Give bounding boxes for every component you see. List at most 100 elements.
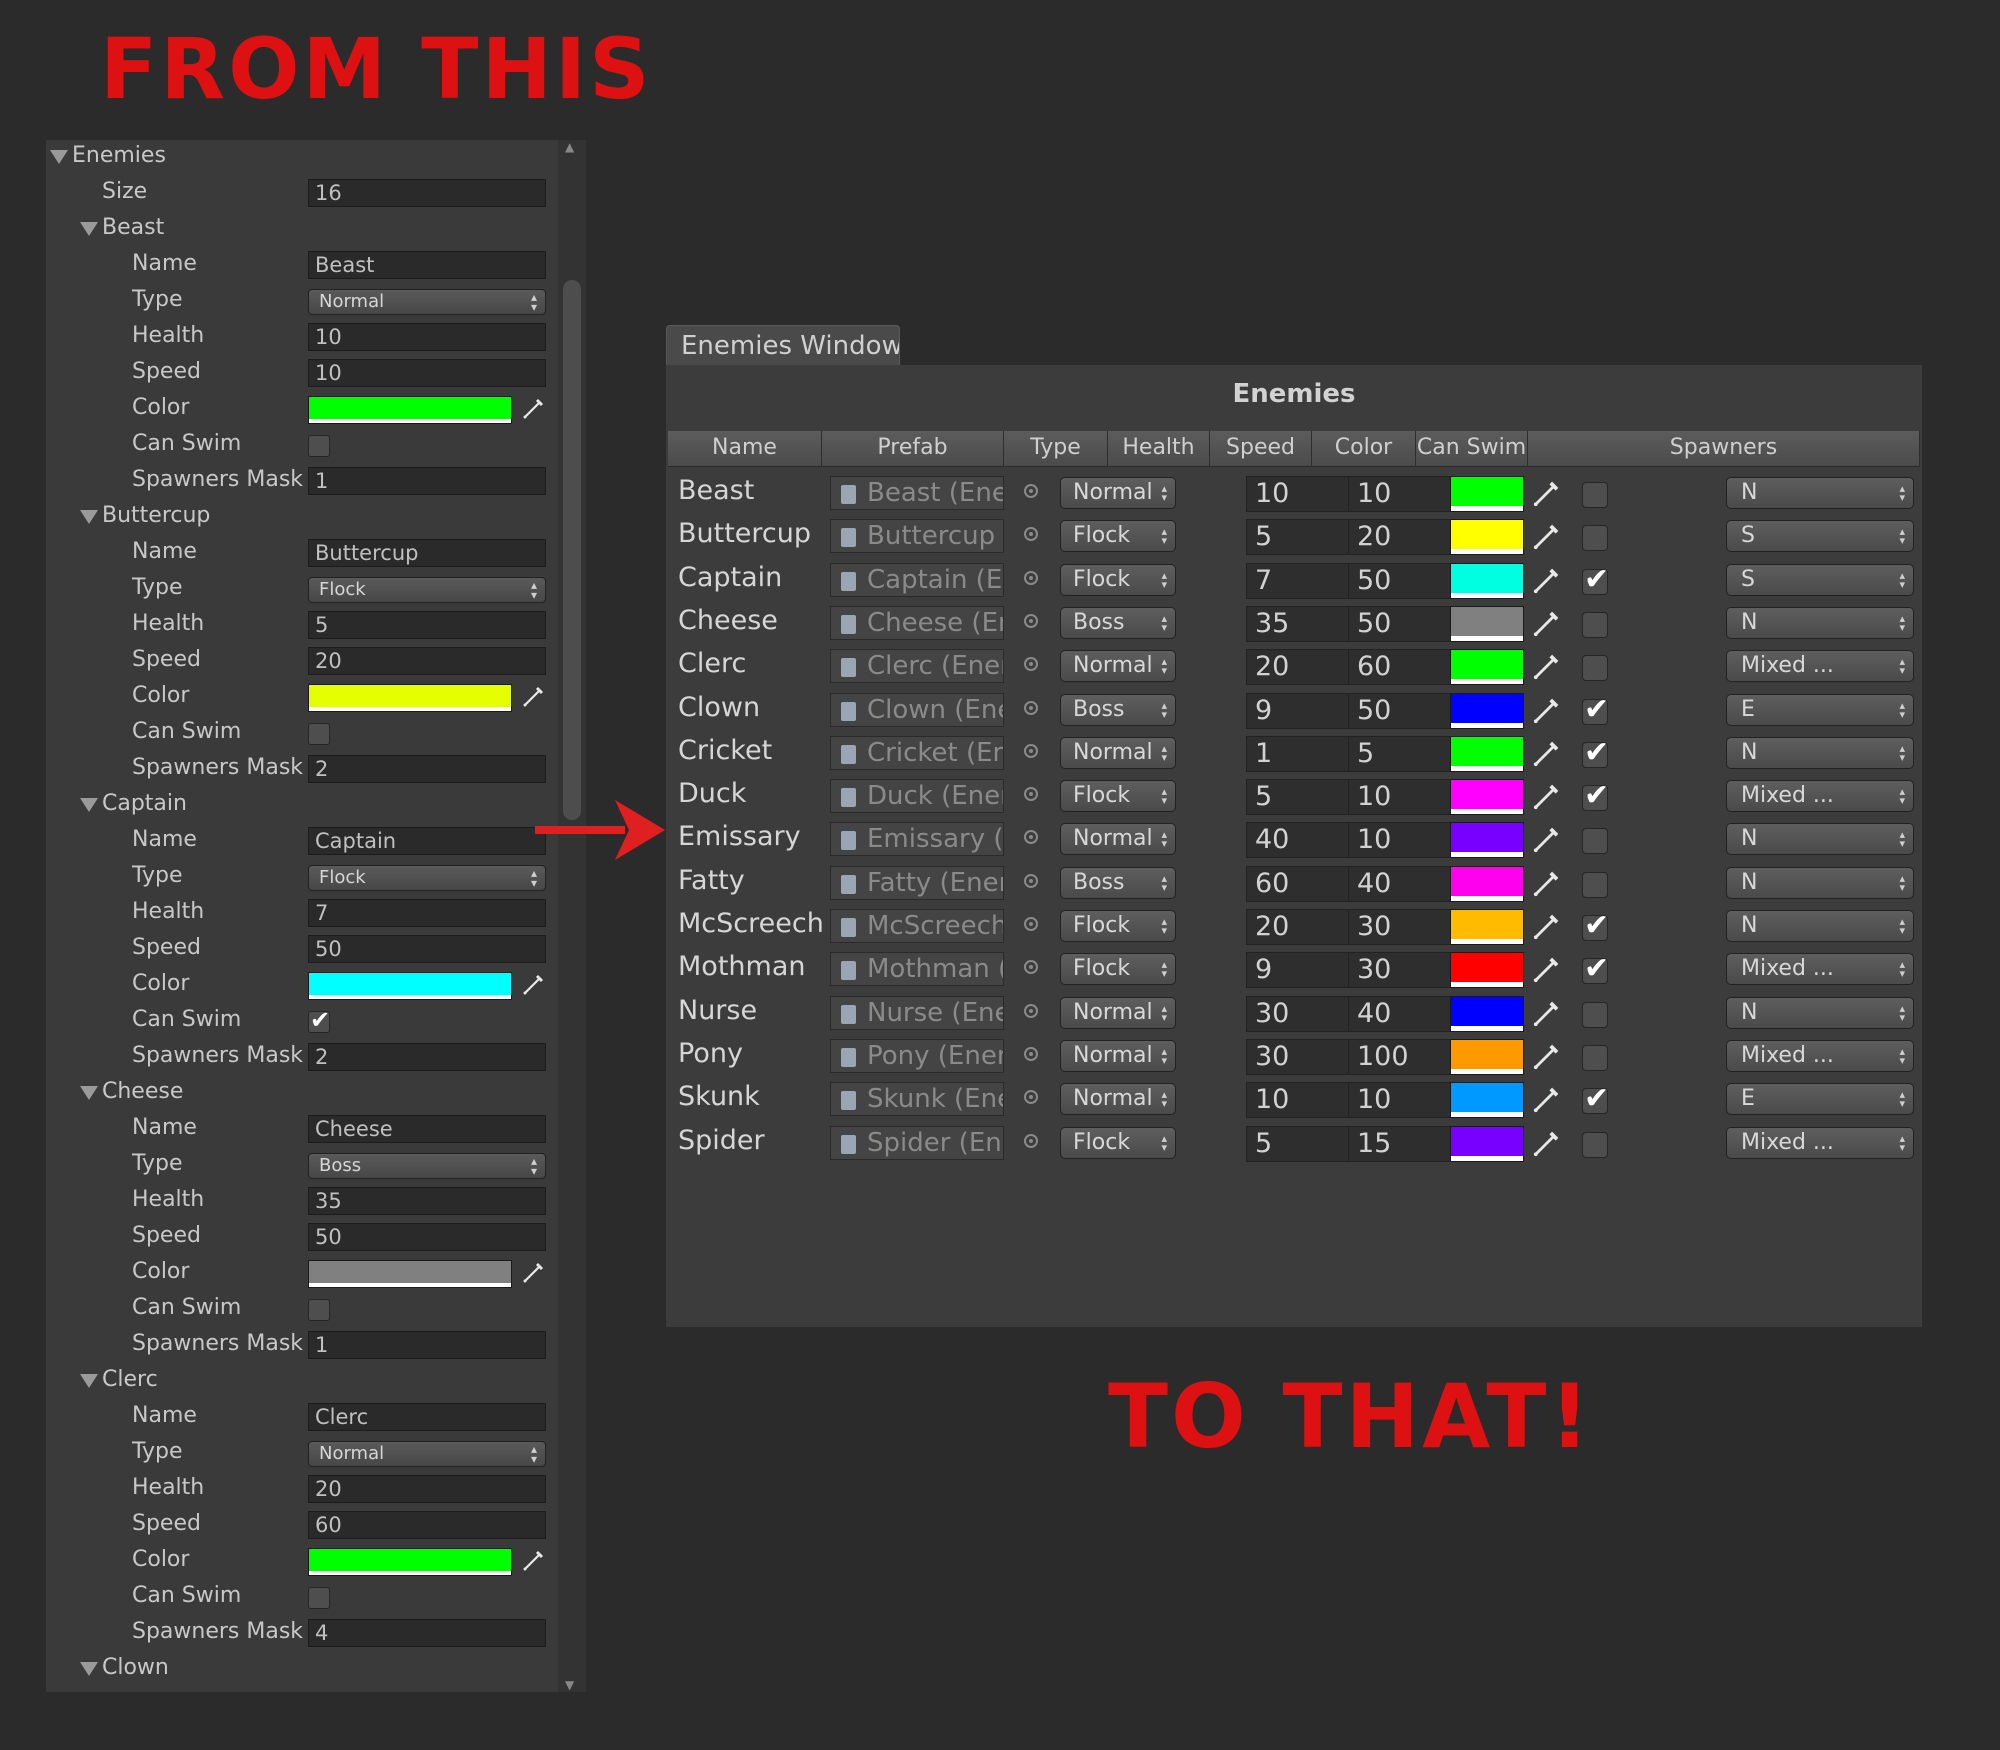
can-swim-checkbox[interactable] (1582, 1044, 1608, 1071)
eyedropper-icon[interactable] (522, 972, 546, 998)
object-picker-icon[interactable] (1024, 1046, 1038, 1061)
name-field[interactable]: Cheese (308, 1115, 546, 1143)
health-field[interactable]: 35 (308, 1187, 546, 1215)
eyedropper-icon[interactable] (522, 1260, 546, 1286)
type-dropdown[interactable]: Boss ▴ ▾ (1060, 693, 1176, 726)
eyedropper-icon[interactable] (1532, 1128, 1562, 1158)
eyedropper-icon[interactable] (1532, 781, 1562, 811)
prefab-field[interactable]: Nurse (Enemy) (830, 995, 1004, 1030)
column-header-speed[interactable]: Speed (1210, 431, 1312, 467)
object-picker-icon[interactable] (1024, 1133, 1038, 1148)
can-swim-checkbox[interactable] (308, 435, 330, 457)
name-field[interactable]: Buttercup (308, 539, 546, 567)
can-swim-checkbox[interactable] (1582, 908, 1609, 943)
object-picker-icon[interactable] (1024, 484, 1038, 498)
name-field[interactable]: Captain (308, 827, 546, 855)
eyedropper-icon[interactable] (1532, 868, 1562, 898)
spawners-dropdown[interactable]: S ▴ ▾ (1726, 563, 1914, 596)
spawners-dropdown[interactable]: N ▴ ▾ (1726, 910, 1914, 942)
can-swim-checkbox[interactable] (1582, 562, 1609, 597)
color-swatch[interactable] (1450, 735, 1524, 772)
prefab-field[interactable]: Fatty (Enemy) (830, 865, 1004, 900)
prefab-field[interactable]: Duck (Enemy) (830, 779, 1004, 814)
color-swatch[interactable] (1450, 476, 1524, 512)
prefab-field[interactable]: Buttercup (Enemy) (830, 519, 1004, 554)
eyedropper-icon[interactable] (522, 684, 546, 710)
type-dropdown[interactable]: Normal ▴ ▾ (1060, 736, 1176, 769)
column-header-spawners[interactable]: Spawners (1528, 431, 1920, 467)
spawners-dropdown[interactable]: N ▴ ▾ (1726, 477, 1914, 509)
object-picker-icon[interactable] (1024, 960, 1038, 975)
eyedropper-icon[interactable] (1532, 911, 1562, 941)
color-swatch[interactable] (1450, 995, 1524, 1032)
eyedropper-icon[interactable] (1532, 824, 1562, 854)
speed-field[interactable]: 20 (308, 647, 546, 675)
spawners-dropdown[interactable]: Mixed ... ▴ ▾ (1726, 953, 1914, 986)
object-picker-icon[interactable] (1024, 527, 1038, 542)
spawners-dropdown[interactable]: Mixed ... ▴ ▾ (1726, 650, 1914, 683)
can-swim-checkbox[interactable] (308, 1006, 330, 1034)
color-swatch[interactable] (1450, 649, 1524, 686)
type-dropdown[interactable]: Flock ▴ ▾ (1060, 520, 1176, 553)
spawners-dropdown[interactable]: N ▴ ▾ (1726, 823, 1914, 856)
type-dropdown[interactable]: Boss ▴ ▾ (308, 1153, 546, 1179)
type-dropdown[interactable]: Boss ▴ ▾ (1060, 606, 1176, 639)
object-picker-icon[interactable] (1024, 830, 1038, 845)
spawners-mask-field[interactable]: 2 (308, 755, 546, 783)
type-dropdown[interactable]: Normal ▴ ▾ (1060, 1083, 1176, 1116)
type-dropdown[interactable]: Flock ▴ ▾ (1060, 953, 1176, 986)
can-swim-checkbox[interactable] (1582, 692, 1609, 727)
prefab-field[interactable]: Pony (Enemy) (830, 1038, 1004, 1073)
object-picker-icon[interactable] (1024, 613, 1038, 628)
spawners-mask-field[interactable]: 2 (308, 1043, 546, 1071)
prefab-field[interactable]: Clerc (Enemy) (830, 649, 1004, 684)
can-swim-checkbox[interactable] (1582, 611, 1608, 638)
can-swim-checkbox[interactable] (1582, 1081, 1609, 1116)
eyedropper-icon[interactable] (1532, 521, 1562, 551)
speed-field[interactable]: 60 (308, 1511, 546, 1539)
spawners-dropdown[interactable]: N ▴ ▾ (1726, 606, 1914, 639)
object-picker-icon[interactable] (1024, 743, 1038, 758)
inspector-scrollbar[interactable]: ▲ ▼ (558, 140, 586, 1692)
eyedropper-icon[interactable] (1532, 608, 1562, 638)
spawners-mask-field[interactable]: 1 (308, 1331, 546, 1359)
eyedropper-icon[interactable] (1532, 1084, 1562, 1114)
tab-enemies-window[interactable]: Enemies Window (666, 325, 900, 365)
prefab-field[interactable]: Beast (Enemy) (830, 476, 1004, 510)
can-swim-checkbox[interactable] (1582, 655, 1608, 682)
scroll-up-icon[interactable]: ▲ (565, 140, 574, 154)
spawners-mask-field[interactable]: 1 (308, 467, 546, 495)
spawners-dropdown[interactable]: Mixed ... ▴ ▾ (1726, 780, 1914, 813)
column-header-color[interactable]: Color (1312, 431, 1416, 467)
can-swim-checkbox[interactable] (1582, 735, 1609, 770)
object-picker-icon[interactable] (1024, 1090, 1038, 1105)
object-picker-icon[interactable] (1024, 873, 1038, 888)
can-swim-checkbox[interactable] (1582, 482, 1608, 508)
eyedropper-icon[interactable] (1532, 651, 1562, 681)
can-swim-checkbox[interactable] (308, 1299, 330, 1321)
can-swim-checkbox[interactable] (1582, 1131, 1608, 1158)
foldout-arrow-icon[interactable] (80, 798, 98, 812)
color-swatch[interactable] (1450, 952, 1524, 989)
foldout-arrow-icon[interactable] (80, 1086, 98, 1100)
prefab-field[interactable]: Spider (Enemy) (830, 1125, 1004, 1160)
type-dropdown[interactable]: Normal ▴ ▾ (1060, 650, 1176, 683)
column-header-prefab[interactable]: Prefab (822, 431, 1004, 467)
object-picker-icon[interactable] (1024, 700, 1038, 715)
spawners-dropdown[interactable]: N ▴ ▾ (1726, 736, 1914, 769)
object-picker-icon[interactable] (1024, 787, 1038, 802)
eyedropper-icon[interactable] (1532, 565, 1562, 595)
type-dropdown[interactable]: Flock ▴ ▾ (1060, 780, 1176, 813)
speed-field[interactable]: 50 (308, 1223, 546, 1251)
color-swatch[interactable] (1450, 562, 1524, 599)
eyedropper-icon[interactable] (1532, 478, 1562, 508)
prefab-field[interactable]: McScreech (Enemy) (830, 909, 1004, 943)
can-swim-checkbox[interactable] (308, 1587, 330, 1609)
color-swatch[interactable] (1450, 1038, 1524, 1075)
type-dropdown[interactable]: Boss ▴ ▾ (1060, 866, 1176, 899)
spawners-dropdown[interactable]: Mixed ... ▴ ▾ (1726, 1126, 1914, 1159)
can-swim-checkbox[interactable] (1582, 1001, 1608, 1028)
spawners-dropdown[interactable]: S ▴ ▾ (1726, 520, 1914, 553)
color-swatch[interactable] (1450, 1082, 1524, 1119)
foldout-arrow-icon[interactable] (80, 510, 98, 524)
